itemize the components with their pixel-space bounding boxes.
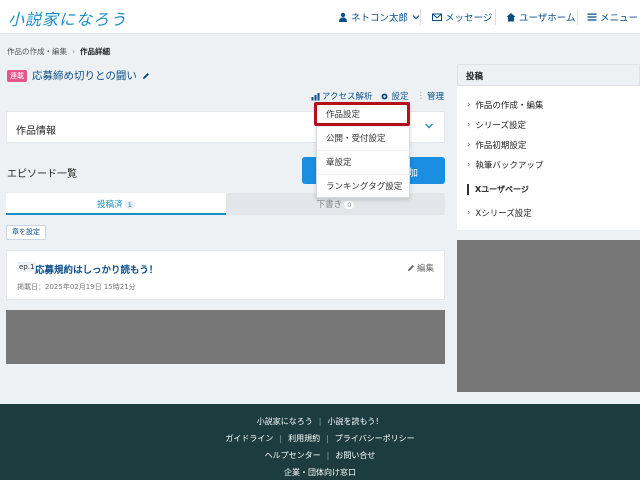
footer-link[interactable]: 小説家になろう [257, 417, 313, 426]
breadcrumb-item[interactable]: 作品の作成・編集 [7, 46, 67, 57]
sidebar-item-label: 執筆バックアップ [475, 161, 544, 171]
sidebar: 投稿 › 作品の作成・編集 › シリーズ設定 › 作品初期設定 › 執筆バックア… [457, 64, 640, 230]
gear-icon [381, 93, 388, 99]
chevron-right-icon: › [467, 160, 471, 170]
dropdown-item-chapter-settings[interactable]: 章設定 [317, 151, 411, 175]
work-title-row: 連載 応募締め切りとの闘い [7, 68, 150, 83]
sidebar-item-label: 作品の作成・編集 [475, 101, 544, 111]
divider-icon: ⋮ [416, 91, 425, 101]
manage-link[interactable]: ⋮ 管理 [416, 90, 444, 102]
sidebar-item-initial-settings[interactable]: › 作品初期設定 [467, 139, 526, 151]
footer-separator: | [279, 434, 283, 443]
work-info-label: 作品情報 [16, 126, 56, 137]
sidebar-item-series[interactable]: › シリーズ設定 [467, 119, 526, 131]
chevron-right-icon: › [467, 100, 471, 110]
messages-link[interactable]: メッセージ [432, 10, 492, 24]
breadcrumb: 作品の作成・編集 › 作品詳細 [7, 46, 110, 57]
sidebar-item-backup[interactable]: › 執筆バックアップ [467, 159, 543, 171]
user-icon [338, 12, 348, 22]
sidebar-item-create-edit[interactable]: › 作品の作成・編集 [467, 99, 543, 111]
site-header: 小説家になろう ネトコン太郎 メッセージ ユーザホーム メニュー [0, 0, 640, 34]
footer-link[interactable]: ヘルプセンター [265, 451, 321, 460]
tab-published[interactable]: 投稿済 1 [6, 193, 226, 215]
hamburger-icon [587, 12, 597, 22]
highlight-box [314, 102, 410, 126]
user-home-label: ユーザホーム [519, 13, 576, 24]
pencil-icon [407, 265, 414, 271]
site-footer: 小説家になろう | 小説を読もう！ ガイドライン | 利用規約 | プライバシーポリシー ヘ… [0, 404, 640, 480]
footer-row: ヘルプセンター | お問い合せ [0, 450, 640, 461]
menu-button[interactable]: メニュー [587, 10, 638, 24]
footer-separator: | [318, 417, 322, 426]
pencil-icon[interactable] [142, 72, 150, 80]
episode-card: ep.1 応募規約はしっかり読もう！ 編集 掲載日：2025年02月19日 15… [6, 250, 445, 300]
sidebar-ad-placeholder [457, 240, 640, 392]
footer-link[interactable]: お問い合せ [335, 451, 375, 460]
footer-row: ガイドライン | 利用規約 | プライバシーポリシー [0, 433, 640, 444]
header-divider [420, 9, 421, 25]
tab-label: 投稿済 [97, 200, 123, 210]
user-name: ネトコン太郎 [351, 13, 409, 24]
settings-link[interactable]: 設定 [380, 90, 408, 102]
footer-separator: | [326, 434, 329, 443]
footer-link[interactable]: ガイドライン [225, 434, 273, 443]
user-menu[interactable]: ネトコン太郎 [338, 10, 421, 24]
serial-badge: 連載 [7, 69, 27, 82]
breadcrumb-chevron-icon: › [72, 47, 75, 56]
dropdown-item-publish-settings[interactable]: 公開・受付設定 [317, 127, 411, 151]
work-title[interactable]: 応募締め切りとの闘い [32, 68, 137, 83]
manage-label: 管理 [426, 92, 444, 102]
menu-label: メニュー [600, 13, 639, 24]
access-analysis-label: アクセス解析 [321, 92, 373, 102]
footer-link[interactable]: 利用規約 [288, 434, 320, 443]
header-divider [577, 9, 578, 25]
footer-link[interactable]: 小説を読もう！ [327, 417, 383, 426]
sidebar-item-x-series[interactable]: › Xシリーズ設定 [467, 207, 532, 219]
settings-label: 設定 [391, 92, 409, 102]
sidebar-item-label: シリーズ設定 [475, 121, 526, 131]
access-analysis-link[interactable]: アクセス解析 [311, 90, 373, 102]
work-actions: アクセス解析 設定 ⋮ 管理 [311, 90, 444, 102]
episode-number: ep.1 [17, 262, 37, 272]
episode-title[interactable]: 応募規約はしっかり読もう！ [35, 262, 158, 276]
header-divider [495, 9, 496, 25]
chevron-right-icon: › [467, 208, 471, 218]
count-badge: 1 [124, 201, 135, 209]
footer-row: 小説家になろう | 小説を読もう！ [0, 416, 640, 427]
footer-link[interactable]: 企業・団体向け窓口 [284, 468, 356, 477]
breadcrumb-current: 作品詳細 [80, 47, 110, 56]
sidebar-x-heading: Xユーザページ [467, 184, 529, 195]
footer-separator: | [326, 451, 330, 460]
home-icon [506, 12, 516, 22]
ad-placeholder [6, 310, 445, 364]
episode-date: 掲載日：2025年02月19日 15時21分 [17, 283, 136, 291]
dropdown-item-ranking-tag-settings[interactable]: ランキングタグ設定 [317, 175, 411, 199]
footer-link[interactable]: プライバシーポリシー [335, 434, 415, 443]
messages-label: メッセージ [445, 13, 493, 24]
chart-icon [311, 92, 320, 100]
sidebar-heading: 投稿 [457, 64, 640, 86]
chevron-down-icon [424, 121, 434, 131]
sidebar-item-label: Xシリーズ設定 [475, 209, 532, 219]
edit-label: 編集 [416, 264, 434, 274]
count-badge: 0 [344, 201, 355, 209]
chevron-right-icon: › [467, 120, 471, 130]
site-logo[interactable]: 小説家になろう [8, 6, 127, 30]
mail-icon [432, 12, 442, 22]
episode-list-heading: エピソード一覧 [7, 169, 77, 180]
chevron-right-icon: › [467, 140, 471, 150]
chapter-setting-button[interactable]: 章を設定 [6, 225, 46, 240]
sidebar-item-label: 作品初期設定 [475, 141, 527, 151]
user-home-link[interactable]: ユーザホーム [506, 10, 576, 24]
tab-label: 下書き [316, 200, 343, 210]
footer-row: 企業・団体向け窓口 [0, 467, 640, 478]
episode-edit-button[interactable]: 編集 [407, 262, 434, 274]
